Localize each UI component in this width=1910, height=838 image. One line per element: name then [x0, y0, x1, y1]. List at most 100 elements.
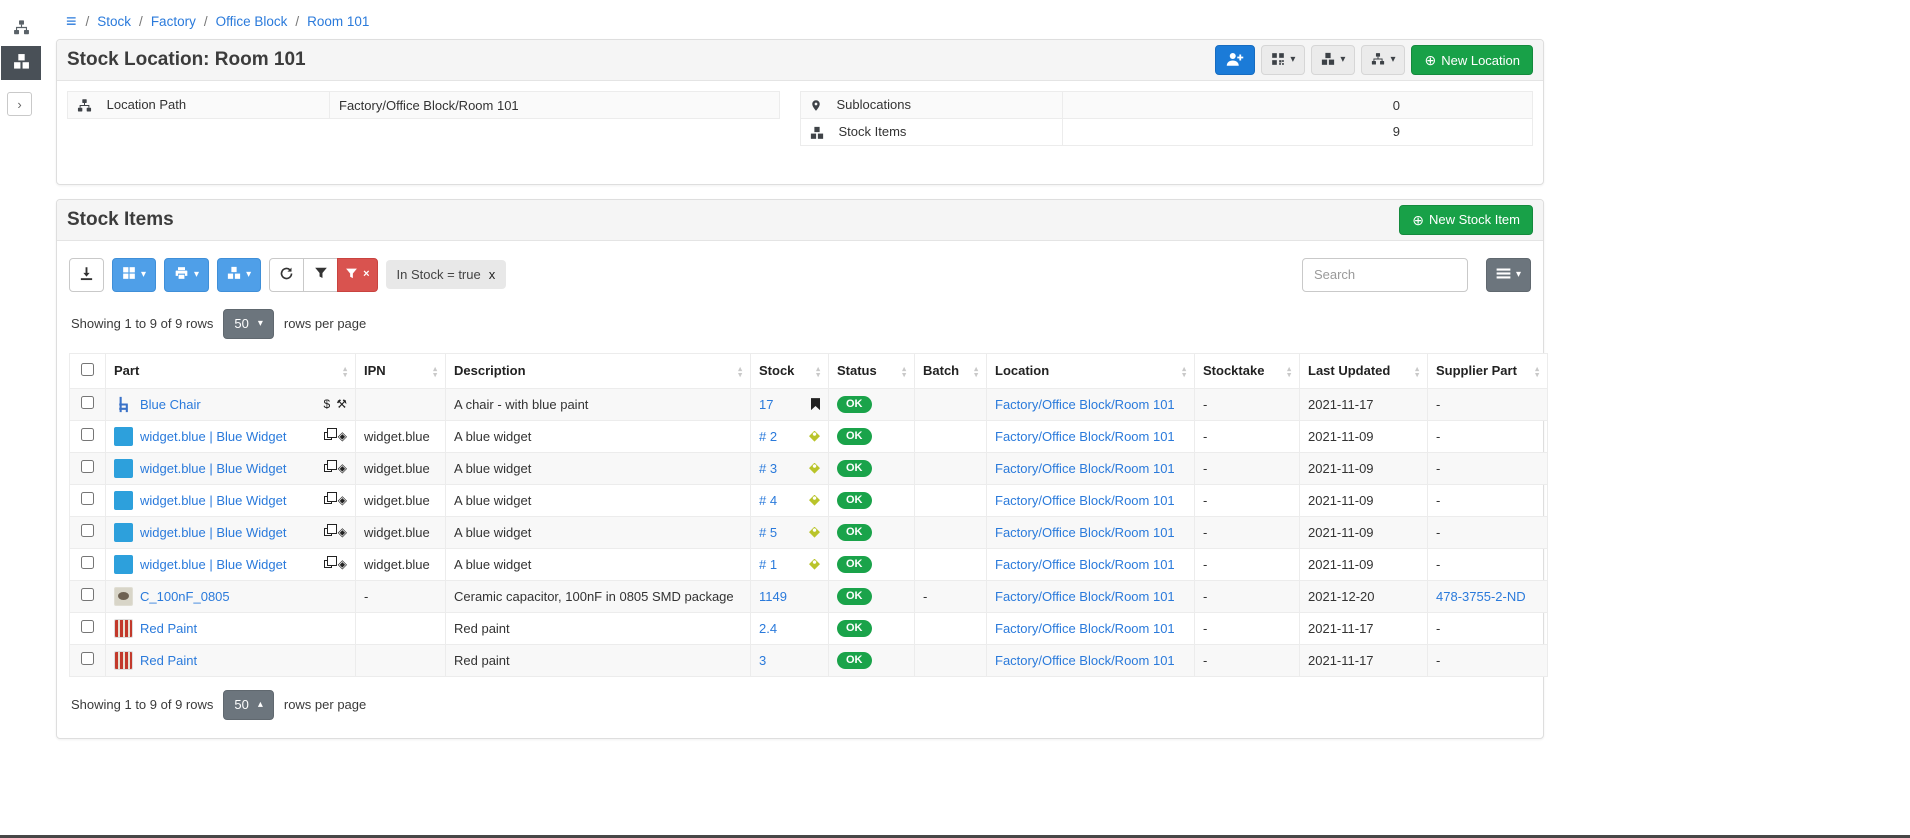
column-header-location[interactable]: Location▴▾	[987, 353, 1195, 388]
table-row: widget.blue | Blue Widget◈ widget.blue A…	[70, 548, 1548, 580]
stock-link[interactable]: # 5	[759, 525, 777, 540]
search-input[interactable]	[1302, 258, 1468, 292]
column-header-description[interactable]: Description▴▾	[446, 353, 751, 388]
row-checkbox[interactable]	[81, 396, 94, 409]
part-link[interactable]: Red Paint	[140, 653, 197, 668]
refresh-button[interactable]	[269, 258, 304, 292]
last-updated-cell: 2021-11-09	[1300, 516, 1428, 548]
stocktake-cell: -	[1195, 580, 1300, 612]
row-checkbox[interactable]	[81, 524, 94, 537]
row-checkbox[interactable]	[81, 588, 94, 601]
batch-cell	[915, 516, 987, 548]
new-stock-item-button[interactable]: ⊕ New Stock Item	[1399, 205, 1533, 235]
menu-icon[interactable]: ≡	[66, 12, 77, 30]
filter-chip[interactable]: In Stock = true x	[386, 260, 507, 289]
remove-filter-icon[interactable]: x	[489, 267, 496, 282]
column-header-last-updated[interactable]: Last Updated▴▾	[1300, 353, 1428, 388]
clear-filters-button[interactable]: ×	[337, 258, 377, 292]
print-actions-dropdown[interactable]: ▾	[164, 258, 209, 292]
select-all-cell	[70, 353, 106, 388]
supplier-part-value: -	[1436, 493, 1440, 508]
barcode-actions-dropdown[interactable]: ▾	[112, 258, 156, 292]
stock-link[interactable]: 2.4	[759, 621, 777, 636]
location-link[interactable]: Factory/Office Block/Room 101	[995, 429, 1175, 444]
location-link[interactable]: Factory/Office Block/Room 101	[995, 621, 1175, 636]
sidebar-expand-button[interactable]: ›	[7, 92, 32, 116]
breadcrumb-link[interactable]: Office Block	[216, 14, 288, 29]
filter-button[interactable]	[303, 258, 338, 292]
row-checkbox[interactable]	[81, 428, 94, 441]
stock-table-head: Part▴▾IPN▴▾Description▴▾Stock▴▾Status▴▾B…	[70, 353, 1548, 388]
column-header-status[interactable]: Status▴▾	[829, 353, 915, 388]
stock-link[interactable]: # 2	[759, 429, 777, 444]
part-thumbnail-blue-widget	[114, 555, 133, 574]
part-thumbnail-blue-widget	[114, 459, 133, 478]
last-updated-cell: 2021-11-09	[1300, 548, 1428, 580]
part-link[interactable]: C_100nF_0805	[140, 589, 230, 604]
part-link[interactable]: widget.blue | Blue Widget	[140, 493, 286, 508]
stock-link[interactable]: # 3	[759, 461, 777, 476]
location-link[interactable]: Factory/Office Block/Room 101	[995, 461, 1175, 476]
part-attribute-icons: ◈	[320, 526, 347, 538]
columns-button[interactable]: ▾	[1486, 258, 1531, 292]
column-header-supplier-part[interactable]: Supplier Part▴▾	[1428, 353, 1548, 388]
detail-row: Location Path Factory/Office Block/Room …	[68, 92, 780, 119]
part-link[interactable]: widget.blue | Blue Widget	[140, 525, 286, 540]
part-link[interactable]: widget.blue | Blue Widget	[140, 461, 286, 476]
barcode-actions-button[interactable]: ▾	[1261, 45, 1305, 75]
column-header-stocktake[interactable]: Stocktake▴▾	[1195, 353, 1300, 388]
batch-cell	[915, 452, 987, 484]
row-checkbox[interactable]	[81, 556, 94, 569]
part-link[interactable]: Blue Chair	[140, 397, 201, 412]
description-cell: Red paint	[446, 644, 751, 676]
supplier-part-link[interactable]: 478-3755-2-ND	[1436, 589, 1526, 604]
boxes-icon	[1321, 52, 1335, 69]
stock-link[interactable]: # 4	[759, 493, 777, 508]
location-link[interactable]: Factory/Office Block/Room 101	[995, 397, 1175, 412]
location-link[interactable]: Factory/Office Block/Room 101	[995, 589, 1175, 604]
batch-cell	[915, 548, 987, 580]
row-checkbox[interactable]	[81, 620, 94, 633]
stock-link[interactable]: 1149	[759, 589, 787, 604]
last-updated-cell: 2021-11-09	[1300, 452, 1428, 484]
breadcrumb-link[interactable]: Stock	[97, 14, 131, 29]
download-button[interactable]	[69, 258, 104, 292]
breadcrumb-link[interactable]: Factory	[151, 14, 196, 29]
new-location-button[interactable]: ⊕ New Location	[1411, 45, 1533, 75]
breadcrumb-link[interactable]: Room 101	[307, 14, 369, 29]
stock-actions-button[interactable]: ▾	[1311, 45, 1355, 75]
row-checkbox[interactable]	[81, 460, 94, 473]
column-header-part[interactable]: Part▴▾	[106, 353, 356, 388]
location-link[interactable]: Factory/Office Block/Room 101	[995, 525, 1175, 540]
stocktake-cell: -	[1195, 484, 1300, 516]
ipn-cell: widget.blue	[356, 548, 446, 580]
status-cell: OK	[829, 612, 915, 644]
trackable-icon: ◈	[338, 526, 347, 538]
column-header-ipn[interactable]: IPN▴▾	[356, 353, 446, 388]
page-size-dropdown[interactable]: 50 ▾	[223, 309, 274, 339]
column-header-stock[interactable]: Stock▴▾	[751, 353, 829, 388]
sidebar-item-parts[interactable]	[1, 12, 41, 46]
part-link[interactable]: widget.blue | Blue Widget	[140, 557, 286, 572]
part-link[interactable]: Red Paint	[140, 621, 197, 636]
stock-link[interactable]: 17	[759, 397, 773, 412]
location-actions-button[interactable]: ▾	[1361, 45, 1405, 75]
row-checkbox[interactable]	[81, 492, 94, 505]
stock-link[interactable]: # 1	[759, 557, 777, 572]
user-access-button[interactable]	[1215, 45, 1255, 75]
stock-options-dropdown[interactable]: ▾	[217, 258, 261, 292]
sidebar-item-stock[interactable]	[1, 46, 41, 80]
column-header-batch[interactable]: Batch▴▾	[915, 353, 987, 388]
stock-link[interactable]: 3	[759, 653, 766, 668]
grid-icon	[122, 266, 136, 283]
table-row: widget.blue | Blue Widget◈ widget.blue A…	[70, 516, 1548, 548]
location-link[interactable]: Factory/Office Block/Room 101	[995, 653, 1175, 668]
part-link[interactable]: widget.blue | Blue Widget	[140, 429, 286, 444]
location-link[interactable]: Factory/Office Block/Room 101	[995, 557, 1175, 572]
select-all-checkbox[interactable]	[81, 363, 94, 376]
boxes-icon	[810, 126, 824, 140]
location-link[interactable]: Factory/Office Block/Room 101	[995, 493, 1175, 508]
part-thumbnail-blue-widget	[114, 427, 133, 446]
page-size-dropdown[interactable]: 50 ▴	[223, 690, 274, 720]
row-checkbox[interactable]	[81, 652, 94, 665]
